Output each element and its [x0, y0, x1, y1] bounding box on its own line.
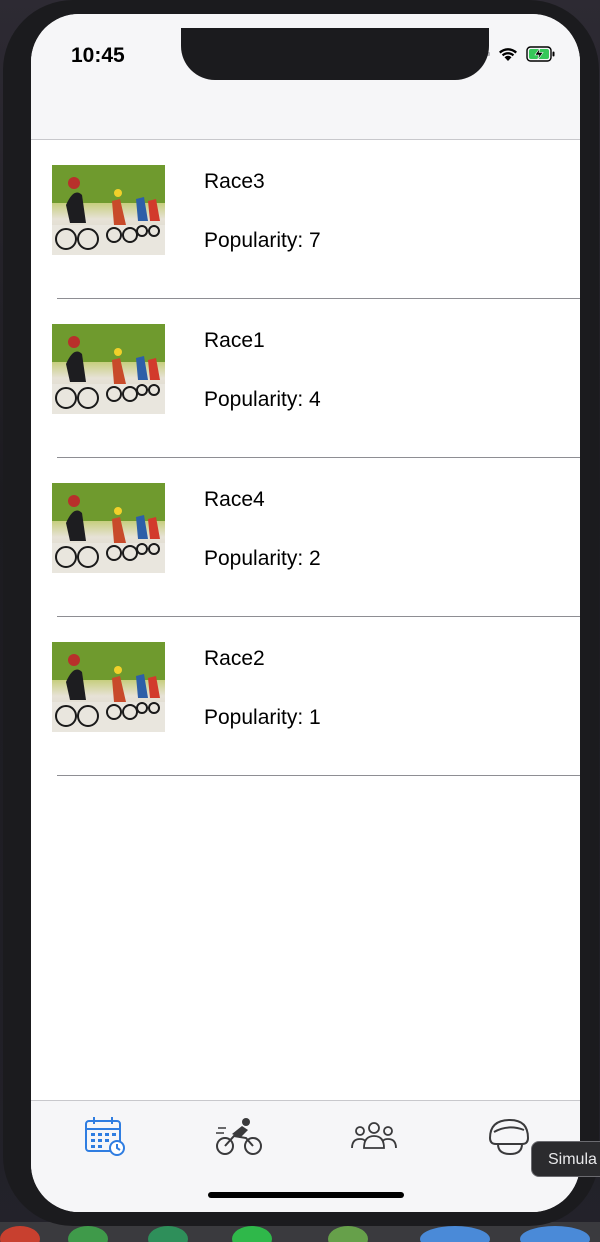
- home-indicator: [208, 1192, 404, 1198]
- race-thumbnail: [52, 483, 165, 573]
- race-name: Race2: [204, 647, 265, 670]
- race-popularity: Popularity: 2: [204, 547, 321, 570]
- dock-app-icon[interactable]: [232, 1226, 272, 1242]
- dock-app-icon[interactable]: [520, 1226, 590, 1242]
- tab-cyclist[interactable]: [209, 1111, 269, 1161]
- cyclists-photo: [52, 324, 165, 414]
- row-separator: [57, 775, 580, 776]
- tooltip-label: Simula: [548, 1151, 597, 1168]
- group-icon: [351, 1122, 397, 1149]
- cyclists-photo: [52, 483, 165, 573]
- device-notch: [181, 28, 489, 80]
- tab-calendar[interactable]: [75, 1111, 135, 1161]
- cyclists-photo: [52, 642, 165, 732]
- race-popularity: Popularity: 4: [204, 388, 321, 411]
- helmet-icon: [488, 1118, 530, 1156]
- race-popularity: Popularity: 7: [204, 229, 321, 252]
- tab-bar: [31, 1100, 580, 1212]
- dock-app-icon[interactable]: [68, 1226, 108, 1242]
- race-thumbnail: [52, 642, 165, 732]
- race-name: Race4: [204, 488, 265, 511]
- dock-app-icon[interactable]: [0, 1226, 40, 1242]
- dock-app-icon[interactable]: [148, 1226, 188, 1242]
- race-row[interactable]: Race1 Popularity: 4: [31, 299, 580, 458]
- app-screen: 10:45 Race3 Popularity: 7 Race1 Populari…: [31, 14, 580, 1212]
- race-popularity: Popularity: 1: [204, 706, 321, 729]
- tab-helmet[interactable]: [479, 1111, 539, 1161]
- race-thumbnail: [52, 324, 165, 414]
- race-list[interactable]: Race3 Popularity: 7 Race1 Popularity: 4 …: [31, 140, 580, 776]
- cyclists-photo: [52, 165, 165, 255]
- cyclist-icon: [216, 1118, 262, 1155]
- simulator-device: 10:45 Race3 Popularity: 7 Race1 Populari…: [3, 0, 599, 1226]
- wifi-icon: [499, 48, 517, 61]
- race-row[interactable]: Race4 Popularity: 2: [31, 458, 580, 617]
- tab-group[interactable]: [344, 1111, 404, 1161]
- battery-charging-icon: [526, 46, 555, 62]
- race-name: Race3: [204, 170, 265, 193]
- race-row[interactable]: Race3 Popularity: 7: [31, 140, 580, 299]
- calendar-icon: [85, 1117, 125, 1156]
- race-thumbnail: [52, 165, 165, 255]
- simulator-tooltip: Simula: [531, 1141, 600, 1177]
- status-time: 10:45: [71, 44, 125, 67]
- race-row[interactable]: Race2 Popularity: 1: [31, 617, 580, 776]
- dock-app-icon[interactable]: [420, 1226, 490, 1242]
- dock-app-icon[interactable]: [328, 1226, 368, 1242]
- race-name: Race1: [204, 329, 265, 352]
